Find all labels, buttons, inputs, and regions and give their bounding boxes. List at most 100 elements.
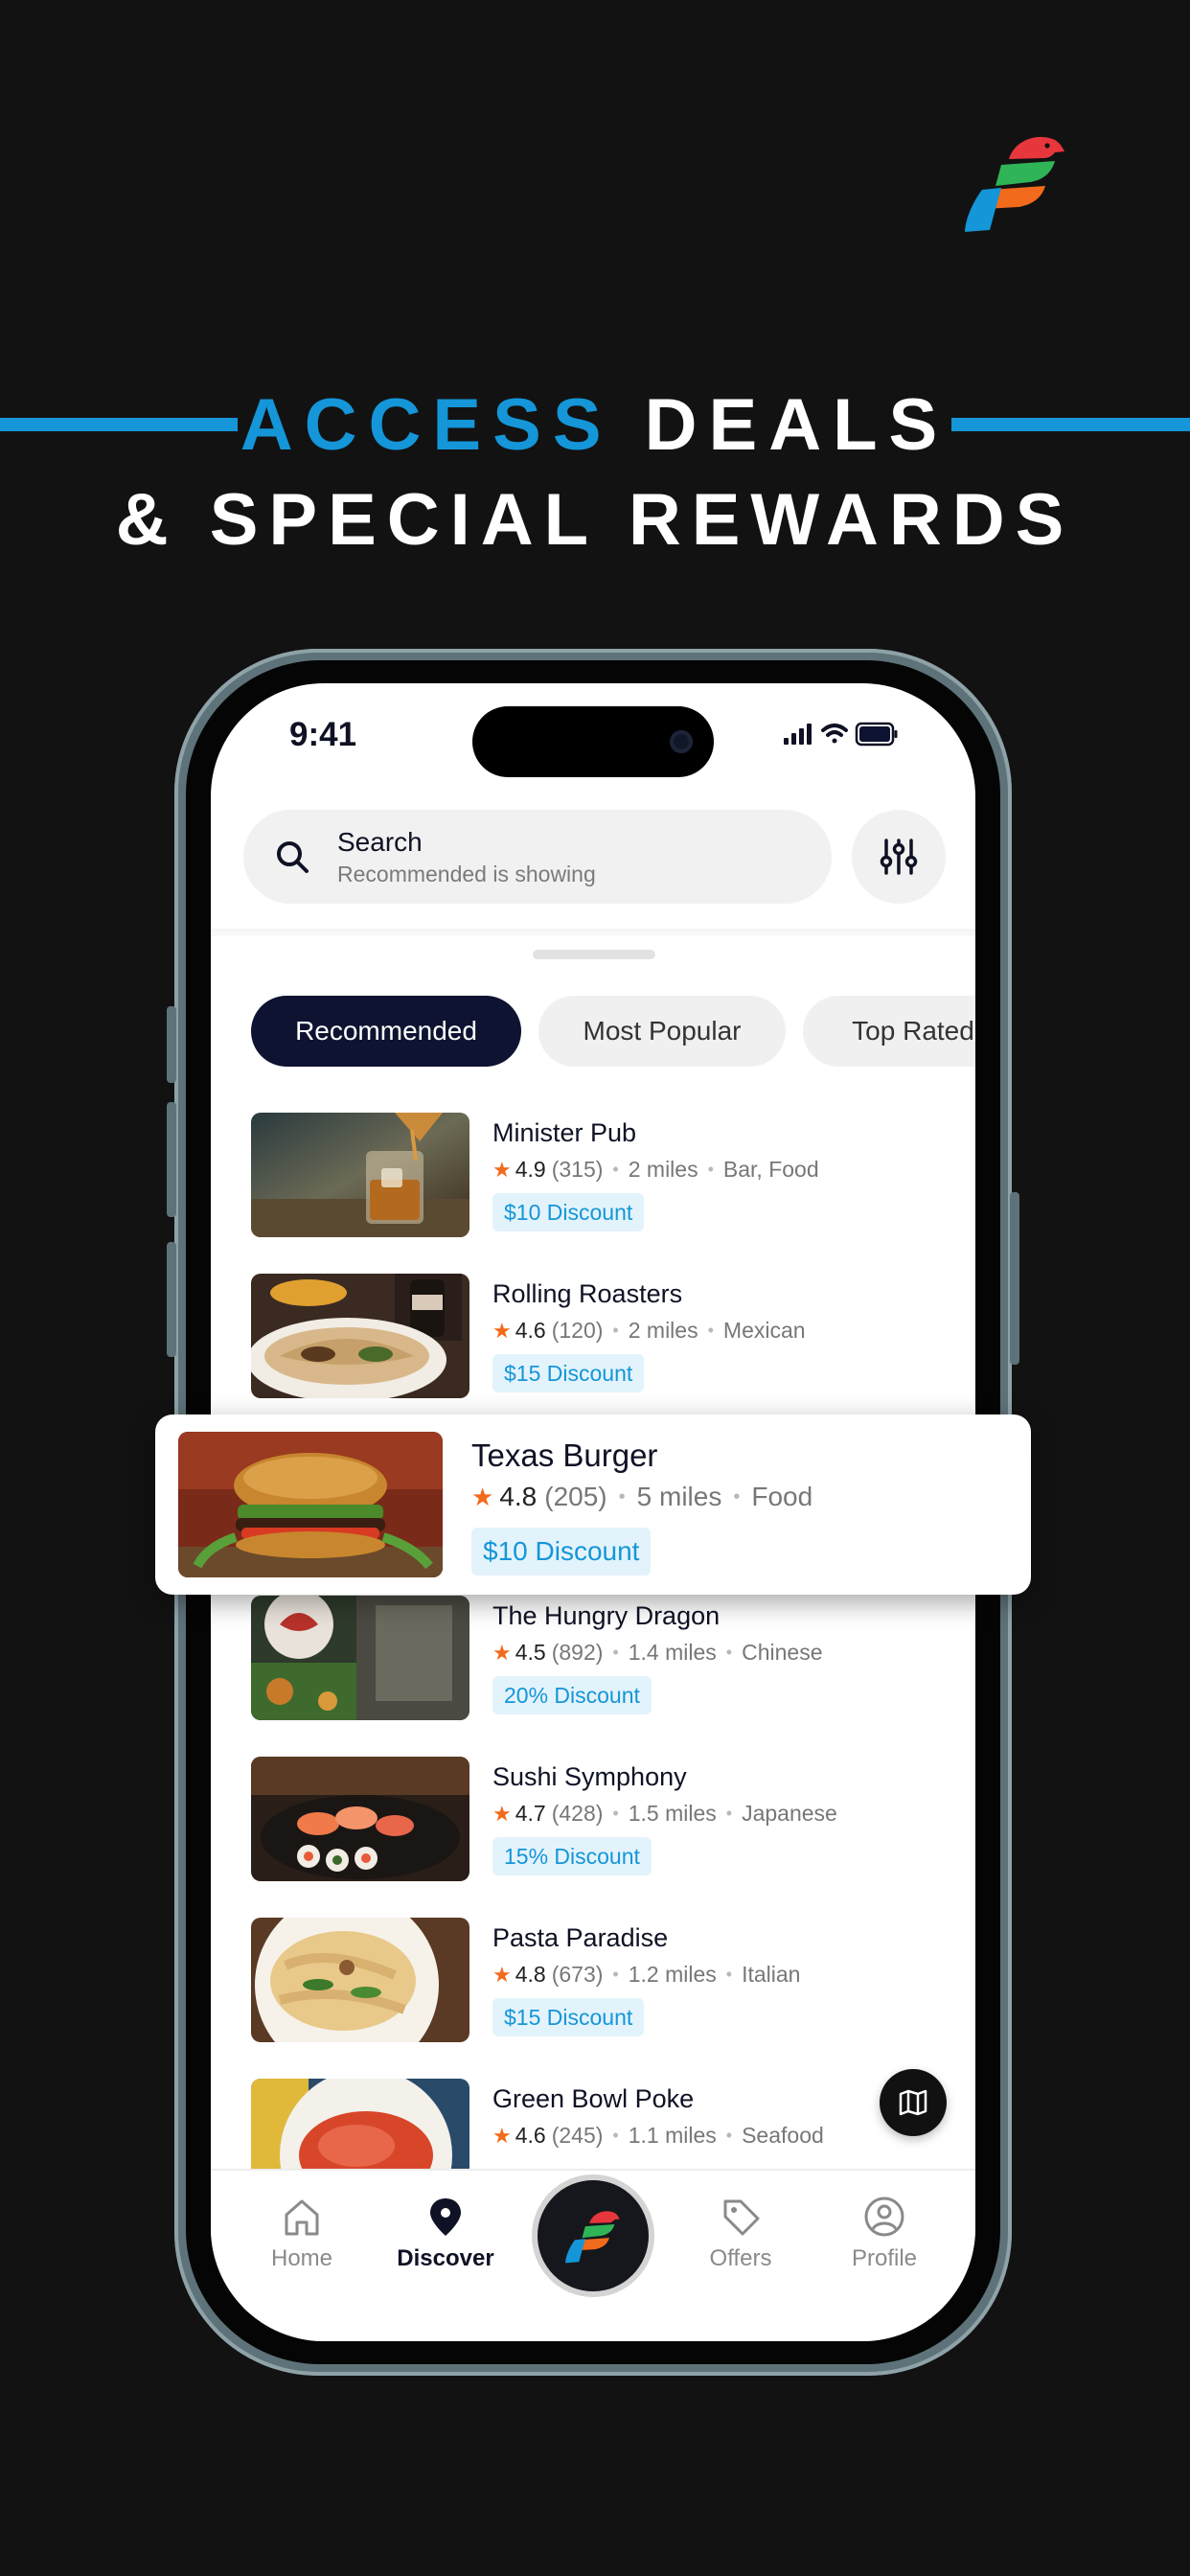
list-item[interactable]: The Hungry Dragon ★ 4.5 (892) • 1.4 mile… (251, 1596, 941, 1720)
tab-most-popular[interactable]: Most Popular (538, 996, 786, 1067)
distance: 1.2 miles (628, 1962, 717, 1987)
map-icon (899, 2089, 927, 2116)
nav-home[interactable]: Home (240, 2196, 364, 2291)
search-title: Search (337, 827, 423, 857)
nav-center-logo-button[interactable] (538, 2180, 649, 2291)
separator-dot: • (618, 1485, 626, 1507)
rating-value: 4.8 (515, 1962, 546, 1987)
separator-dot: • (725, 1804, 733, 1823)
featured-restaurant-meta: ★ 4.8 (205) • 5 miles • Food (471, 1482, 812, 1512)
nav-discover[interactable]: Discover (383, 2196, 508, 2291)
category-tabs: Recommended Most Popular Top Rated (251, 996, 975, 1067)
list-item[interactable]: Pasta Paradise ★ 4.8 (673) • 1.2 miles •… (251, 1918, 941, 2042)
headline-bar-left (0, 418, 238, 431)
star-icon: ★ (471, 1482, 494, 1511)
tab-recommended[interactable]: Recommended (251, 996, 521, 1067)
distance: 2 miles (628, 1318, 698, 1343)
brand-logo (965, 136, 1064, 232)
distance: 2 miles (628, 1157, 698, 1182)
category: Japanese (742, 1801, 837, 1826)
restaurant-meta: ★ 4.6 (120) • 2 miles • Mexican (492, 1318, 806, 1344)
separator-dot: • (707, 1321, 714, 1340)
restaurant-photo (251, 1274, 469, 1398)
restaurant-photo (251, 1113, 469, 1237)
discount-badge: $15 Discount (492, 1998, 645, 2036)
rating-value: 4.6 (515, 2123, 546, 2148)
separator-dot: • (612, 1643, 619, 1662)
separator-dot: • (725, 2126, 733, 2145)
headline-rest-word: DEALS (644, 383, 950, 466)
location-pin-icon (430, 2198, 461, 2236)
brand-logo-icon (565, 2211, 620, 2264)
review-count: (205) (544, 1482, 607, 1511)
tag-icon (723, 2199, 760, 2236)
category: Italian (742, 1962, 801, 1987)
tab-top-rated[interactable]: Top Rated (803, 996, 975, 1067)
restaurant-name: The Hungry Dragon (492, 1601, 721, 1630)
nav-offers-label: Offers (709, 2245, 772, 2271)
front-camera (670, 730, 693, 753)
distance: 5 miles (636, 1482, 722, 1511)
review-count: (428) (551, 1801, 604, 1826)
nav-profile[interactable]: Profile (822, 2196, 947, 2291)
category: Chinese (742, 1640, 823, 1665)
list-item[interactable]: Rolling Roasters ★ 4.6 (120) • 2 miles •… (251, 1274, 941, 1398)
restaurant-photo (251, 1757, 469, 1881)
headline-text-1: ACCESS DEALS (238, 381, 951, 468)
rating-value: 4.9 (515, 1157, 546, 1182)
list-item[interactable]: Sushi Symphony ★ 4.7 (428) • 1.5 miles •… (251, 1757, 941, 1881)
search-icon (277, 841, 309, 873)
list-item[interactable]: Minister Pub ★ 4.9 (315) • 2 miles • Bar… (251, 1113, 941, 1237)
review-count: (245) (551, 2123, 604, 2148)
headline-line-1: ACCESS DEALS (0, 381, 1190, 468)
sliders-icon (880, 839, 918, 875)
separator-dot: • (725, 1643, 733, 1662)
headline-bar-right (951, 418, 1190, 431)
discount-badge: $10 Discount (471, 1528, 652, 1576)
status-time: 9:41 (289, 716, 357, 753)
review-count: (120) (551, 1318, 604, 1343)
profile-icon (864, 2196, 904, 2237)
separator-dot: • (612, 1160, 619, 1179)
review-count: (315) (551, 1157, 604, 1182)
sheet-drag-handle[interactable] (533, 950, 655, 959)
home-icon (285, 2199, 319, 2236)
rating-value: 4.8 (499, 1482, 538, 1511)
phone-power-button (1010, 1192, 1019, 1365)
wifi-icon (821, 724, 848, 744)
header-divider (211, 929, 975, 936)
restaurant-name: Minister Pub (492, 1118, 637, 1147)
star-icon: ★ (492, 1962, 512, 1987)
headline-accent-word: ACCESS (240, 383, 613, 466)
restaurant-meta: ★ 4.7 (428) • 1.5 miles • Japanese (492, 1801, 837, 1827)
star-icon: ★ (492, 1640, 512, 1665)
nav-offers[interactable]: Offers (678, 2196, 803, 2291)
restaurant-photo (251, 1596, 469, 1720)
star-icon: ★ (492, 1157, 512, 1182)
headline-line-2: & SPECIAL REWARDS (115, 479, 1075, 561)
separator-dot: • (707, 1160, 714, 1179)
restaurant-meta: ★ 4.9 (315) • 2 miles • Bar, Food (492, 1157, 819, 1183)
rating-value: 4.5 (515, 1640, 546, 1665)
nav-profile-label: Profile (851, 2245, 918, 2271)
separator-dot: • (612, 2126, 619, 2145)
search-bar[interactable]: Search Recommended is showing (243, 810, 832, 904)
search-subtitle: Recommended is showing (337, 862, 596, 886)
separator-dot: • (612, 1965, 619, 1984)
separator-dot: • (725, 1965, 733, 1984)
bottom-navigation: Home Discover Offers Profile (211, 2169, 975, 2341)
restaurant-name: Pasta Paradise (492, 1923, 669, 1952)
dynamic-island (472, 706, 714, 777)
rating-value: 4.6 (515, 1318, 546, 1343)
category: Mexican (722, 1318, 806, 1343)
restaurant-photo (251, 1918, 469, 2042)
separator-dot: • (612, 1804, 619, 1823)
phone-volume-down-button (167, 1242, 176, 1357)
map-view-button[interactable] (880, 2069, 947, 2136)
nav-home-label: Home (270, 2245, 333, 2271)
restaurant-meta: ★ 4.5 (892) • 1.4 miles • Chinese (492, 1640, 822, 1666)
featured-restaurant-card[interactable]: Texas Burger ★ 4.8 (205) • 5 miles • Foo… (155, 1414, 1031, 1595)
filter-button[interactable] (852, 810, 946, 904)
star-icon: ★ (492, 1318, 512, 1343)
distance: 1.5 miles (628, 1801, 717, 1826)
